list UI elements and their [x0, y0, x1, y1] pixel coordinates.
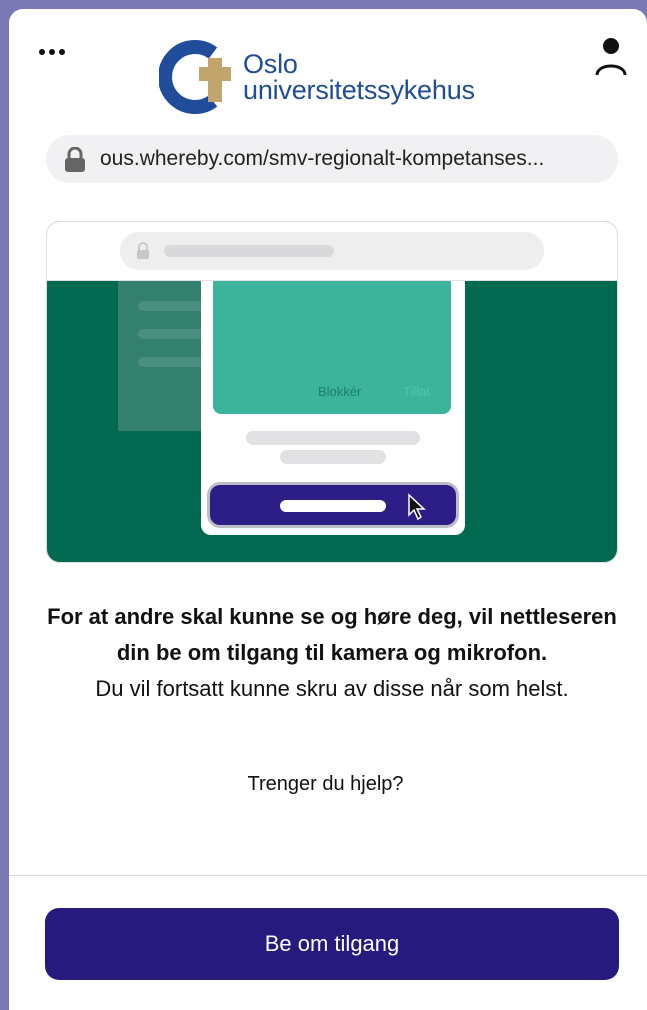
hospital-logo: Oslo universitetssykehus [159, 37, 539, 127]
illustration-block-label: Blokkér [318, 384, 362, 399]
illustration-text-line [246, 431, 420, 445]
user-icon[interactable] [593, 35, 629, 79]
more-options-button[interactable] [35, 39, 75, 63]
footer-divider [9, 875, 647, 876]
help-link-row: Trenger du hjelp? [9, 773, 647, 796]
address-bar: ous.whereby.com/smv-regionalt-kompetanse… [46, 135, 618, 183]
illustration-address-bar [120, 232, 544, 270]
url-text: ous.whereby.com/smv-regionalt-kompetanse… [100, 147, 545, 170]
hospital-name-line2: universitetssykehus [243, 75, 475, 105]
illustration-lock-icon [137, 242, 149, 259]
permission-card: Oslo universitetssykehus ous.whereby.com… [9, 9, 647, 1010]
illustration-url-placeholder [164, 245, 334, 257]
request-access-button[interactable]: Be om tilgang [45, 908, 619, 980]
permission-message: For at andre skal kunne se og høre deg, … [39, 599, 625, 707]
permission-message-bold: For at andre skal kunne se og høre deg, … [47, 604, 617, 665]
lock-icon [65, 147, 85, 172]
illustration-allow-label: Tillat [403, 384, 430, 399]
help-link[interactable]: Trenger du hjelp? [247, 773, 403, 796]
permission-illustration: Blokkér Tillat [46, 221, 618, 563]
hospital-name: Oslo universitetssykehus [243, 49, 475, 105]
illustration-permission-prompt: Blokkér Tillat [213, 281, 451, 414]
request-access-label: Be om tilgang [264, 931, 400, 956]
permission-message-regular: Du vil fortsatt kunne skru av disse når … [95, 676, 569, 701]
illustration-text-line [280, 450, 386, 464]
ellipsis-icon [39, 49, 45, 55]
hospital-name-line1: Oslo [243, 49, 298, 79]
illustration-dialog: Blokkér Tillat [201, 281, 465, 535]
hospital-logo-mark [159, 40, 231, 114]
cursor-icon [408, 493, 426, 521]
illustration-browser-bar [46, 221, 618, 281]
